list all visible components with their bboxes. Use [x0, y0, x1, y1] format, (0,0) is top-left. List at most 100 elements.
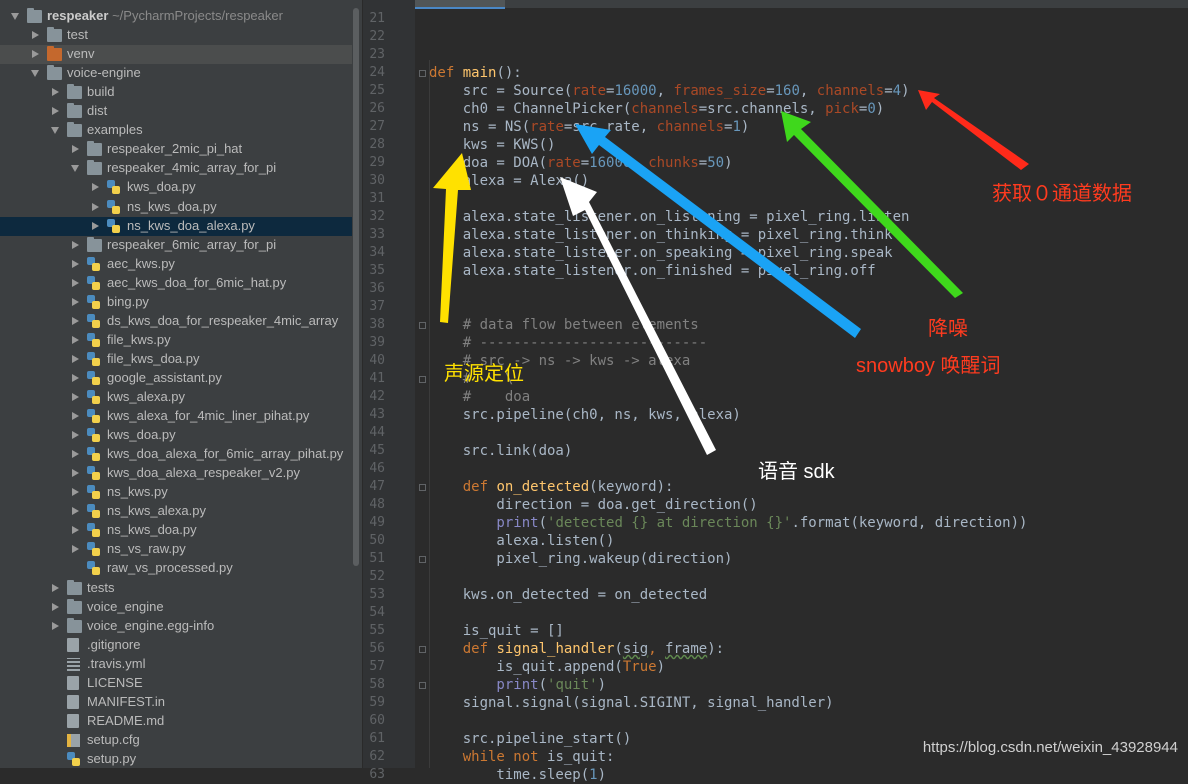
tree-item[interactable]: tests — [0, 579, 352, 598]
tree-item[interactable]: ds_kws_doa_for_respeaker_4mic_array — [0, 312, 352, 331]
tree-item[interactable]: .gitignore — [0, 636, 352, 655]
chevron-down-icon[interactable] — [31, 70, 39, 77]
code-line[interactable]: def main(): — [429, 64, 522, 82]
code-line[interactable]: src.pipeline_start() — [429, 730, 632, 748]
tree-item[interactable]: ns_kws_doa.py — [0, 521, 352, 540]
tree-item[interactable]: raw_vs_processed.py — [0, 559, 352, 578]
fold-marker-icon[interactable] — [419, 646, 426, 653]
tree-item[interactable]: venv — [0, 45, 352, 64]
tree-item[interactable]: google_assistant.py — [0, 369, 352, 388]
code-line[interactable]: def on_detected(keyword): — [429, 478, 674, 496]
code-line[interactable]: alexa.state_listener.on_speaking = pixel… — [429, 244, 893, 262]
tree-item[interactable]: LICENSE — [0, 674, 352, 693]
tree-item[interactable]: kws_doa_alexa_for_6mic_array_pihat.py — [0, 445, 352, 464]
chevron-right-icon[interactable] — [72, 526, 79, 534]
tree-item[interactable]: file_kws_doa.py — [0, 350, 352, 369]
tree-item[interactable]: ns_kws_alexa.py — [0, 502, 352, 521]
code-line[interactable]: kws = KWS() — [429, 136, 556, 154]
code-line[interactable]: is_quit.append(True) — [429, 658, 665, 676]
code-line[interactable]: alexa.state_listener.on_finished = pixel… — [429, 262, 876, 280]
chevron-right-icon[interactable] — [32, 50, 39, 58]
code-line[interactable]: alexa = Alexa() — [429, 172, 589, 190]
tree-item[interactable]: respeaker_4mic_array_for_pi — [0, 159, 352, 178]
chevron-right-icon[interactable] — [52, 584, 59, 592]
chevron-right-icon[interactable] — [72, 412, 79, 420]
fold-marker-icon[interactable] — [419, 484, 426, 491]
tree-item[interactable]: aec_kws.py — [0, 255, 352, 274]
tree-item[interactable]: kws_doa.py — [0, 426, 352, 445]
tree-item[interactable]: kws_alexa_for_4mic_liner_pihat.py — [0, 407, 352, 426]
tree-item[interactable]: ns_kws_doa.py — [0, 198, 352, 217]
tree-item[interactable]: .travis.yml — [0, 655, 352, 674]
chevron-right-icon[interactable] — [92, 222, 99, 230]
code-line[interactable]: print('detected {} at direction {}'.form… — [429, 514, 1027, 532]
chevron-right-icon[interactable] — [72, 469, 79, 477]
tree-item[interactable]: ns_vs_raw.py — [0, 540, 352, 559]
tree-item[interactable]: ns_kws_doa_alexa.py — [0, 217, 352, 236]
code-line[interactable]: kws.on_detected = on_detected — [429, 586, 707, 604]
tree-item[interactable]: voice_engine.egg-info — [0, 617, 352, 636]
tree-item[interactable]: ns_kws.py — [0, 483, 352, 502]
code-line[interactable]: time.sleep(1) — [429, 766, 606, 784]
code-line[interactable]: # --------------------------- — [429, 334, 707, 352]
tree-item[interactable]: file_kws.py — [0, 331, 352, 350]
chevron-right-icon[interactable] — [52, 622, 59, 630]
fold-marker-icon[interactable] — [419, 322, 426, 329]
tree-item[interactable]: aec_kws_doa_for_6mic_hat.py — [0, 274, 352, 293]
code-line[interactable]: pixel_ring.wakeup(direction) — [429, 550, 732, 568]
tree-item[interactable]: kws_alexa.py — [0, 388, 352, 407]
chevron-down-icon[interactable] — [51, 127, 59, 134]
tree-item[interactable]: build — [0, 83, 352, 102]
fold-marker-icon[interactable] — [419, 556, 426, 563]
chevron-right-icon[interactable] — [92, 203, 99, 211]
chevron-right-icon[interactable] — [72, 488, 79, 496]
tree-item[interactable]: dist — [0, 102, 352, 121]
chevron-right-icon[interactable] — [72, 317, 79, 325]
fold-marker-icon[interactable] — [419, 376, 426, 383]
chevron-down-icon[interactable] — [71, 165, 79, 172]
chevron-right-icon[interactable] — [72, 507, 79, 515]
code-line[interactable]: # doa — [429, 388, 530, 406]
code-line[interactable]: src = Source(rate=16000, frames_size=160… — [429, 82, 910, 100]
chevron-right-icon[interactable] — [52, 603, 59, 611]
code-line[interactable]: signal.signal(signal.SIGINT, signal_hand… — [429, 694, 834, 712]
code-line[interactable]: src.pipeline(ch0, ns, kws, alexa) — [429, 406, 741, 424]
code-line[interactable]: # data flow between elements — [429, 316, 699, 334]
code-line[interactable]: doa = DOA(rate=16000, chunks=50) — [429, 154, 733, 172]
chevron-right-icon[interactable] — [52, 107, 59, 115]
chevron-right-icon[interactable] — [72, 450, 79, 458]
chevron-right-icon[interactable] — [72, 241, 79, 249]
tree-item[interactable]: respeaker_6mic_array_for_pi — [0, 236, 352, 255]
tree-item[interactable]: kws_doa.py — [0, 178, 352, 197]
fold-marker-icon[interactable] — [419, 682, 426, 689]
tree-item[interactable]: examples — [0, 121, 352, 140]
code-line[interactable]: direction = doa.get_direction() — [429, 496, 757, 514]
tree-item[interactable]: kws_doa_alexa_respeaker_v2.py — [0, 464, 352, 483]
chevron-right-icon[interactable] — [72, 279, 79, 287]
code-line[interactable]: alexa.listen() — [429, 532, 614, 550]
code-line[interactable]: alexa.state_listener.on_thinking = pixel… — [429, 226, 893, 244]
chevron-right-icon[interactable] — [92, 183, 99, 191]
fold-marker-icon[interactable] — [419, 70, 426, 77]
code-line[interactable]: print('quit') — [429, 676, 606, 694]
tree-item[interactable]: voice_engine — [0, 598, 352, 617]
chevron-right-icon[interactable] — [72, 260, 79, 268]
code-line[interactable]: is_quit = [] — [429, 622, 564, 640]
code-line[interactable]: alexa.state_listener.on_listening = pixe… — [429, 208, 910, 226]
code-line[interactable]: def signal_handler(sig, frame): — [429, 640, 724, 658]
chevron-right-icon[interactable] — [72, 355, 79, 363]
chevron-right-icon[interactable] — [72, 145, 79, 153]
project-tree-scrollbar-thumb[interactable] — [353, 8, 359, 566]
chevron-right-icon[interactable] — [72, 336, 79, 344]
tree-item[interactable]: bing.py — [0, 293, 352, 312]
chevron-right-icon[interactable] — [72, 393, 79, 401]
code-line[interactable]: while not is_quit: — [429, 748, 615, 766]
code-line[interactable]: src.link(doa) — [429, 442, 573, 460]
code-line[interactable]: ch0 = ChannelPicker(channels=src.channel… — [429, 100, 885, 118]
tree-item[interactable]: README.md — [0, 712, 352, 731]
chevron-right-icon[interactable] — [72, 374, 79, 382]
tree-item[interactable]: voice-engine — [0, 64, 352, 83]
tree-item[interactable]: respeaker_2mic_pi_hat — [0, 140, 352, 159]
chevron-right-icon[interactable] — [32, 31, 39, 39]
chevron-down-icon[interactable] — [11, 13, 19, 20]
